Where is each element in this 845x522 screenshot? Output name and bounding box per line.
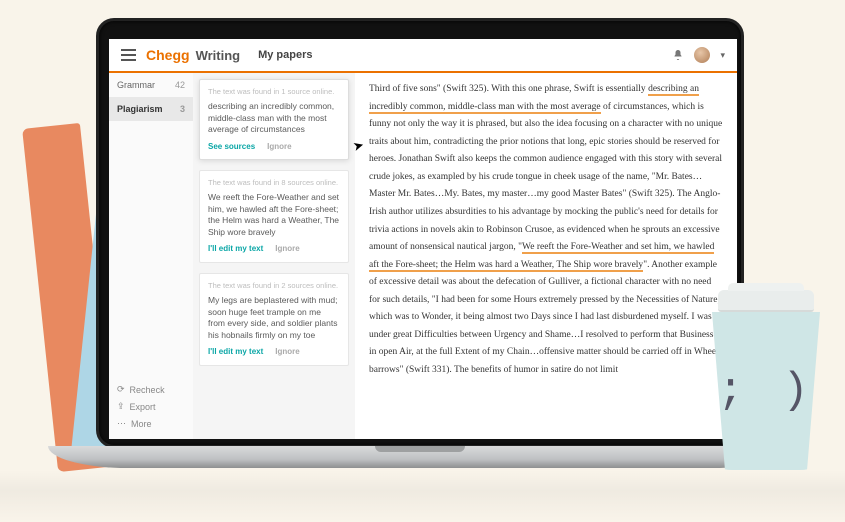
app-header: Chegg Writing My papers ▾ [109, 39, 737, 73]
logo-product: Writing [196, 48, 241, 63]
card-match-text: We reeft the Fore-Weather and set him, w… [208, 192, 340, 238]
sidebar-item-grammar[interactable]: Grammar 42 [109, 73, 193, 97]
plagiarism-card[interactable]: The text was found in 2 sources online. … [199, 273, 349, 366]
see-sources-link[interactable]: See sources [208, 142, 255, 153]
ignore-link[interactable]: Ignore [267, 142, 291, 153]
app-body: Grammar 42 Plagiarism 3 ⟳ Recheck ⇪ Expo… [109, 73, 737, 439]
sidebar-item-plagiarism[interactable]: Plagiarism 3 [109, 97, 193, 121]
ignore-link[interactable]: Ignore [275, 347, 299, 358]
more-button[interactable]: ⋯ More [117, 418, 185, 429]
recheck-button[interactable]: ⟳ Recheck [117, 384, 185, 395]
logo-brand[interactable]: Chegg [146, 47, 190, 63]
edit-my-text-link[interactable]: I'll edit my text [208, 244, 263, 255]
card-match-text: describing an incredibly common, middle-… [208, 101, 340, 135]
chevron-down-icon[interactable]: ▾ [720, 50, 725, 61]
nav-my-papers[interactable]: My papers [258, 49, 312, 61]
document-pane[interactable]: Third of five sons" (Swift 325). With th… [355, 73, 737, 439]
card-source-text: The text was found in 8 sources online. [208, 178, 340, 188]
plagiarism-card[interactable]: The text was found in 8 sources online. … [199, 170, 349, 263]
sidebar-item-count: 3 [180, 104, 185, 114]
cup-face: ; ) [717, 366, 814, 416]
menu-icon[interactable] [121, 49, 136, 61]
cup-body: ; ) [712, 312, 820, 470]
export-icon: ⇪ [117, 401, 125, 412]
notifications-icon[interactable] [672, 48, 684, 62]
ignore-link[interactable]: Ignore [275, 244, 299, 255]
sidebar-item-count: 42 [175, 80, 185, 90]
refresh-icon: ⟳ [117, 384, 125, 395]
laptop-notch [375, 446, 465, 452]
cup-lid [718, 290, 814, 312]
sidebar-bottom-actions: ⟳ Recheck ⇪ Export ⋯ More [109, 378, 193, 439]
laptop-base [48, 446, 792, 468]
export-button[interactable]: ⇪ Export [117, 401, 185, 412]
laptop-frame: Chegg Writing My papers ▾ Grammar 42 Pla… [96, 18, 744, 448]
card-source-text: The text was found in 1 source online. [208, 87, 340, 97]
document-text: Third of five sons" (Swift 325). With th… [369, 81, 723, 380]
avatar[interactable] [694, 47, 710, 63]
edit-my-text-link[interactable]: I'll edit my text [208, 347, 263, 358]
card-source-text: The text was found in 2 sources online. [208, 281, 340, 291]
app-screen: Chegg Writing My papers ▾ Grammar 42 Pla… [109, 39, 737, 439]
more-icon: ⋯ [117, 418, 126, 429]
sidebar-item-label: Grammar [117, 80, 155, 90]
plagiarism-card[interactable]: The text was found in 1 source online. d… [199, 79, 349, 160]
decor-coffee-cup: ; ) [709, 290, 823, 500]
sidebar-item-label: Plagiarism [117, 104, 163, 114]
sidebar: Grammar 42 Plagiarism 3 ⟳ Recheck ⇪ Expo… [109, 73, 193, 439]
plagiarism-cards-column: The text was found in 1 source online. d… [193, 73, 355, 439]
card-match-text: My legs are beplastered with mud; soon h… [208, 295, 340, 341]
